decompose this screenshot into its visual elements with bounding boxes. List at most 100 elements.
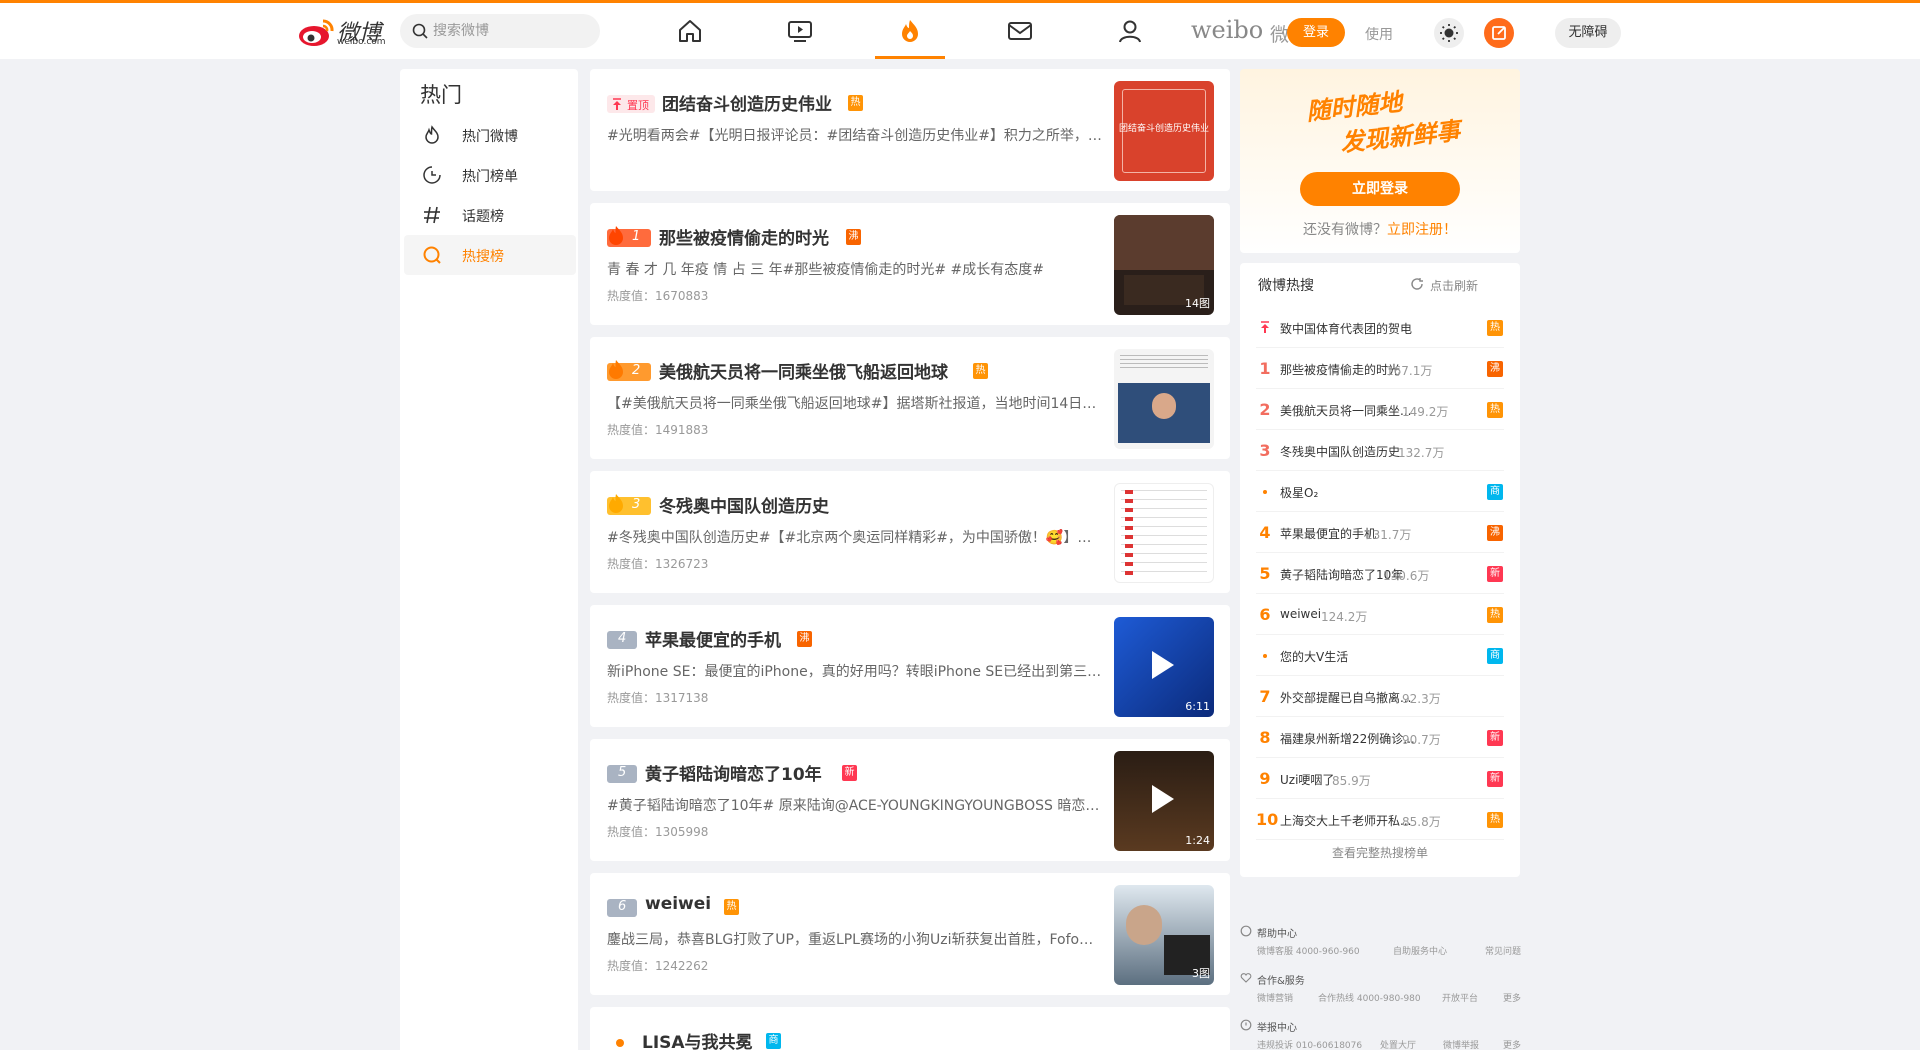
hot-search-row[interactable]: 极星O₂ 商 xyxy=(1256,471,1504,512)
hot-search-text[interactable]: 上海交大上千老师开私... xyxy=(1280,812,1411,829)
footer-link[interactable]: 常见问题 xyxy=(1485,944,1521,957)
hot-search-row[interactable]: 致中国体育代表团的贺电 热 xyxy=(1256,307,1504,348)
hot-search-row[interactable]: 2 美俄航天员将一同乘坐... 149.2万 热 xyxy=(1256,389,1504,430)
hot-search-row[interactable]: 3 冬残奥中国队创造历史 132.7万 xyxy=(1256,430,1504,471)
sidebar-item-hot-weibo[interactable]: 热门微博 xyxy=(404,115,576,155)
feed-title[interactable]: weiwei xyxy=(645,894,711,914)
footer-link[interactable]: 开放平台 xyxy=(1442,991,1478,1004)
hot-search-text[interactable]: weiwei xyxy=(1280,607,1321,621)
logo-subtext: weibo.com xyxy=(337,37,386,47)
search-box[interactable] xyxy=(400,14,600,48)
compose-button[interactable] xyxy=(1484,18,1514,48)
hot-search-rank: 4 xyxy=(1259,523,1271,542)
footer-link[interactable]: 自助服务中心 xyxy=(1393,944,1447,957)
rank-tag: 2 xyxy=(607,360,651,381)
hot-search-text[interactable]: 极星O₂ xyxy=(1280,484,1318,501)
footer-link[interactable]: 微博营销 xyxy=(1257,991,1293,1004)
profile-icon[interactable] xyxy=(1116,17,1144,45)
hot-search-text[interactable]: Uzi哽咽了 xyxy=(1280,771,1334,788)
accessibility-button[interactable]: 无障碍 xyxy=(1555,18,1621,48)
feed-thumbnail[interactable]: 3图 xyxy=(1114,885,1214,985)
home-icon[interactable] xyxy=(676,17,704,45)
hot-search-row[interactable]: 您的大V生活 商 xyxy=(1256,635,1504,676)
feed-title[interactable]: LISA与我共冕 xyxy=(642,1028,753,1050)
footer-help: 帮助中心 微博客服 4000-960-960 自助服务中心 常见问题 xyxy=(1240,925,1521,965)
hot-search-text[interactable]: 外交部提醒已自乌撤离... xyxy=(1280,689,1411,706)
feed-thumbnail[interactable]: 1:24 xyxy=(1114,751,1214,851)
feed-card[interactable]: 6 weiwei 热 鏖战三局，恭喜BLG打败了UP，重返LPL赛场的小狗Uzi… xyxy=(590,873,1230,995)
ad-dot xyxy=(1263,654,1267,658)
login-card: 随时随地 发现新鲜事 立即登录 还没有微博？立即注册！ xyxy=(1240,69,1520,253)
search-input[interactable] xyxy=(433,14,593,48)
feed-title[interactable]: 苹果最便宜的手机 xyxy=(645,626,781,651)
footer-link[interactable]: 更多 xyxy=(1503,991,1521,1004)
footer-link[interactable]: 处置大厅 xyxy=(1380,1038,1416,1050)
hot-search-text[interactable]: 福建泉州新增22例确诊... xyxy=(1280,730,1415,747)
feed-card[interactable]: 1 那些被疫情偷走的时光 沸 青 春 才 几 年疫 情 占 三 年#那些被疫情偷… xyxy=(590,203,1230,325)
feed-card[interactable]: 5 黄子韬陆询暗恋了10年 新 #黄子韬陆询暗恋了10年# 原来陆询@ACE-Y… xyxy=(590,739,1230,861)
thumbnail-text: 团结奋斗创造历史伟业 xyxy=(1118,124,1209,134)
mail-icon[interactable] xyxy=(1006,17,1034,45)
feed-thumbnail[interactable]: 团结奋斗创造历史伟业 xyxy=(1114,81,1214,181)
hot-search-row[interactable]: 7 外交部提醒已自乌撤离... 92.3万 xyxy=(1256,676,1504,717)
login-now-button[interactable]: 立即登录 xyxy=(1300,172,1460,206)
feed-thumbnail[interactable] xyxy=(1114,349,1214,449)
sidebar-item-hot-search[interactable]: 热搜榜 xyxy=(404,235,576,275)
pin-icon xyxy=(613,98,621,110)
hot-search-text[interactable]: 美俄航天员将一同乘坐... xyxy=(1280,402,1411,419)
login-button[interactable]: 登录 xyxy=(1287,18,1345,47)
hot-search-text[interactable]: 冬残奥中国队创造历史 xyxy=(1280,443,1400,460)
feed-thumbnail[interactable] xyxy=(1114,483,1214,583)
footer-link[interactable]: 合作热线 4000-980-980 xyxy=(1318,991,1421,1004)
hot-search-row[interactable]: 4 苹果最便宜的手机 131.7万 沸 xyxy=(1256,512,1504,553)
hot-search-row[interactable]: 8 福建泉州新增22例确诊... 90.7万 新 xyxy=(1256,717,1504,758)
feed-title[interactable]: 黄子韬陆询暗恋了10年 xyxy=(645,760,822,785)
feed-title[interactable]: 冬残奥中国队创造历史 xyxy=(659,492,829,517)
feed-card-pinned[interactable]: 置顶 团结奋斗创造历史伟业 热 #光明看两会#【光明日报评论员：#团结奋斗创造历… xyxy=(590,69,1230,191)
hot-search-row[interactable]: 10 上海交大上千老师开私... 85.8万 热 xyxy=(1256,799,1504,840)
feed-card-ad[interactable]: LISA与我共冕 商 xyxy=(590,1007,1230,1050)
hot-search-row[interactable]: 5 黄子韬陆询暗恋了10年 130.6万新 xyxy=(1256,553,1504,594)
video-icon[interactable] xyxy=(786,17,814,45)
footer-link[interactable]: 微博客服 4000-960-960 xyxy=(1257,944,1360,957)
feed-thumbnail[interactable]: 14图 xyxy=(1114,215,1214,315)
weibo-logo-icon xyxy=(299,19,334,46)
view-full-hot-search-link[interactable]: 查看完整热搜榜单 xyxy=(1240,844,1520,861)
hot-search-text[interactable]: 您的大V生活 xyxy=(1280,648,1348,665)
footer-link[interactable]: 更多 xyxy=(1503,1038,1521,1050)
hot-search-row[interactable]: 6 weiwei 124.2万 热 xyxy=(1256,594,1504,635)
feed-card[interactable]: 2 美俄航天员将一同乘坐俄飞船返回地球 热 【#美俄航天员将一同乘坐俄飞船返回地… xyxy=(590,337,1230,459)
hot-search-row[interactable]: 1 那些被疫情偷走的时光 167.1万 沸 xyxy=(1256,348,1504,389)
hot-search-count: 92.3万 xyxy=(1402,692,1441,706)
feed-title[interactable]: 美俄航天员将一同乘坐俄飞船返回地球 xyxy=(659,358,948,383)
refresh-button[interactable]: 点击刷新 xyxy=(1411,277,1478,294)
feed-title[interactable]: 团结奋斗创造历史伟业 xyxy=(662,90,832,115)
theme-toggle-button[interactable] xyxy=(1434,18,1464,48)
hot-search-count: 167.1万 xyxy=(1386,364,1433,378)
sidebar-item-topics[interactable]: 话题榜 xyxy=(404,195,576,235)
hot-icon[interactable] xyxy=(896,17,924,45)
top-bar: 微博 weibo.com weibo 微博 登录 使用 无障碍 xyxy=(0,3,1920,59)
rank-number: 6 xyxy=(618,899,627,914)
feed-card[interactable]: 4 苹果最便宜的手机 沸 新iPhone SE：最便宜的iPhone，真的好用吗… xyxy=(590,605,1230,727)
hot-search-text[interactable]: 苹果最便宜的手机 xyxy=(1280,525,1376,542)
footer-link[interactable]: 违规投诉 010-60618076 xyxy=(1257,1038,1362,1050)
footer-head: 帮助中心 xyxy=(1257,929,1297,940)
hot-search-badge: 热 xyxy=(1487,812,1503,828)
feed-thumbnail[interactable]: 6:11 xyxy=(1114,617,1214,717)
hot-search-row[interactable]: 9 Uzi哽咽了 85.9万 新 xyxy=(1256,758,1504,799)
hot-search-text[interactable]: 那些被疫情偷走的时光 xyxy=(1280,361,1400,378)
sidebar-item-hot-ranking[interactable]: 热门榜单 xyxy=(404,155,576,195)
register-link[interactable]: 立即注册！ xyxy=(1387,222,1457,238)
feed-title[interactable]: 那些被疫情偷走的时光 xyxy=(659,224,829,249)
hot-search-count: 131.7万 xyxy=(1365,528,1412,542)
footer-link[interactable]: 微博举报 xyxy=(1443,1038,1479,1050)
hot-search-rank: 1 xyxy=(1259,359,1271,378)
heat-value: 热度值：1491883 xyxy=(607,423,709,437)
feed-card[interactable]: 3 冬残奥中国队创造历史 #冬残奥中国队创造历史#【#北京两个奥运同样精彩#，为… xyxy=(590,471,1230,593)
hot-search-text[interactable]: 致中国体育代表团的贺电 xyxy=(1280,320,1412,337)
weibo-logo[interactable]: 微博 weibo.com xyxy=(297,13,387,49)
heat-value: 热度值：1670883 xyxy=(607,289,709,303)
register-tip: 还没有微博？立即注册！ xyxy=(1240,219,1520,239)
hot-search-rank: 5 xyxy=(1259,564,1271,583)
